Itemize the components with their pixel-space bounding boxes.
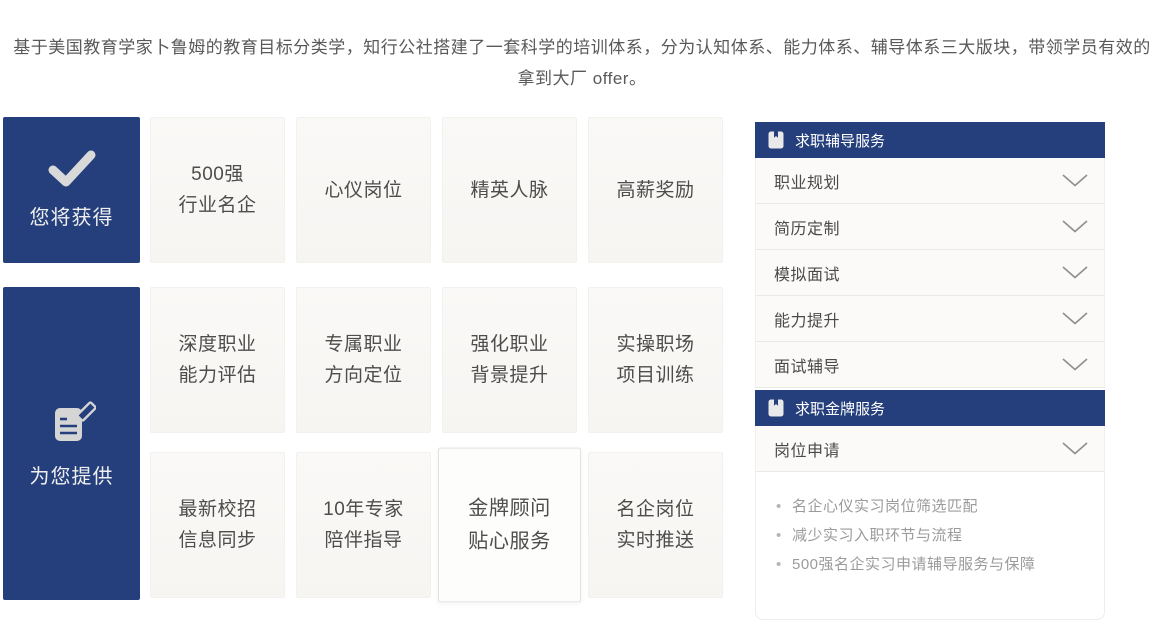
coaching-accordion: 职业规划 简历定制 模拟面试 能力提升 xyxy=(755,158,1105,388)
coaching-services-title: 求职辅导服务 xyxy=(795,130,885,151)
gain-box-label: 您将获得 xyxy=(30,201,114,230)
accordion-label: 岗位申请 xyxy=(774,437,840,461)
bullet-item: 减少实习入职环节与流程 xyxy=(774,521,1092,550)
gold-accordion: 岗位申请 xyxy=(755,426,1105,472)
chevron-down-icon xyxy=(1062,266,1088,279)
benefits-grid: 500强 行业名企 心仪岗位 精英人脉 高薪奖励 深度职业 能力评估 专属职业 … xyxy=(150,117,723,600)
accordion-item-job-application[interactable]: 岗位申请 xyxy=(756,426,1104,472)
card-campus-recruit-sync: 最新校招 信息同步 xyxy=(150,452,285,598)
card-desired-position: 心仪岗位 xyxy=(296,117,431,263)
card-gold-consultant: 金牌顾问 贴心服务 xyxy=(438,448,581,603)
accordion-item-mock-interview[interactable]: 模拟面试 xyxy=(756,250,1104,296)
page: 基于美国教育学家卜鲁姆的教育目标分类学，知行公社搭建了一套科学的培训体系，分为认… xyxy=(0,0,1164,624)
grid-row-3: 最新校招 信息同步 10年专家 陪伴指导 金牌顾问 贴心服务 名企岗位 实时推送 xyxy=(150,452,723,598)
accordion-label: 简历定制 xyxy=(774,215,840,239)
accordion-item-interview-coaching[interactable]: 面试辅导 xyxy=(756,342,1104,388)
check-icon xyxy=(48,150,96,188)
grid-row-1: 500强 行业名企 心仪岗位 精英人脉 高薪奖励 xyxy=(150,117,723,263)
chevron-down-icon xyxy=(1062,442,1088,455)
chevron-down-icon xyxy=(1062,312,1088,325)
provide-box: 为您提供 xyxy=(3,287,140,600)
card-500-companies: 500强 行业名企 xyxy=(150,117,285,263)
gain-box: 您将获得 xyxy=(3,117,140,263)
card-expert-guidance: 10年专家 陪伴指导 xyxy=(296,452,431,598)
accordion-item-resume-customization[interactable]: 简历定制 xyxy=(756,204,1104,250)
bullet-item: 500强名企实习申请辅导服务与保障 xyxy=(774,550,1092,579)
card-project-training: 实操职场 项目训练 xyxy=(588,287,723,433)
gold-services-title: 求职金牌服务 xyxy=(795,398,885,419)
card-high-salary: 高薪奖励 xyxy=(588,117,723,263)
card-career-positioning: 专属职业 方向定位 xyxy=(296,287,431,433)
book-icon xyxy=(767,398,785,418)
card-background-boost: 强化职业 背景提升 xyxy=(442,287,577,433)
card-job-push: 名企岗位 实时推送 xyxy=(588,452,723,598)
chevron-down-icon xyxy=(1062,358,1088,371)
accordion-item-ability-improvement[interactable]: 能力提升 xyxy=(756,296,1104,342)
accordion-label: 面试辅导 xyxy=(774,353,840,377)
chevron-down-icon xyxy=(1062,174,1088,187)
intro-paragraph: 基于美国教育学家卜鲁姆的教育目标分类学，知行公社搭建了一套科学的培训体系，分为认… xyxy=(0,32,1164,94)
accordion-label: 能力提升 xyxy=(774,307,840,331)
accordion-label: 职业规划 xyxy=(774,169,840,193)
gold-bullet-list: 名企心仪实习岗位筛选匹配 减少实习入职环节与流程 500强名企实习申请辅导服务与… xyxy=(774,492,1092,579)
bullet-item: 名企心仪实习岗位筛选匹配 xyxy=(774,492,1092,521)
accordion-item-career-planning[interactable]: 职业规划 xyxy=(756,158,1104,204)
provide-box-label: 为您提供 xyxy=(30,460,114,489)
grid-row-2: 深度职业 能力评估 专属职业 方向定位 强化职业 背景提升 实操职场 项目训练 xyxy=(150,287,723,433)
accordion-label: 模拟面试 xyxy=(774,261,840,285)
chevron-down-icon xyxy=(1062,220,1088,233)
card-elite-network: 精英人脉 xyxy=(442,117,577,263)
gold-service-details: 名企心仪实习岗位筛选匹配 减少实习入职环节与流程 500强名企实习申请辅导服务与… xyxy=(755,472,1105,620)
document-edit-icon xyxy=(48,399,96,447)
coaching-services-header: 求职辅导服务 xyxy=(755,122,1105,158)
card-career-assessment: 深度职业 能力评估 xyxy=(150,287,285,433)
gold-services-header: 求职金牌服务 xyxy=(755,390,1105,426)
services-panel: 求职辅导服务 职业规划 简历定制 模拟面试 xyxy=(755,122,1105,620)
book-icon xyxy=(767,130,785,150)
